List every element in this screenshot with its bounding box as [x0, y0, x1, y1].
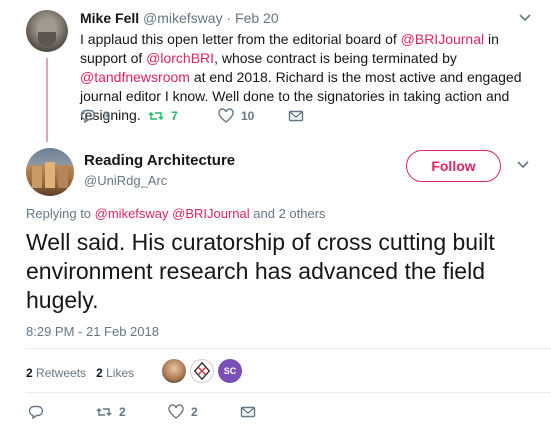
replying-to: Replying to @mikefsway @BRIJournal and 2… [26, 206, 326, 221]
envelope-icon [288, 108, 304, 124]
retweet-count: 2 [119, 405, 126, 419]
follow-button[interactable]: Follow [406, 150, 501, 182]
like-stat-label[interactable]: Likes [106, 366, 134, 380]
tweet-actions: 2 2 [28, 404, 256, 420]
replying-mentions[interactable]: @mikefsway @BRIJournal [95, 206, 250, 221]
engagement-stats: 2 Retweets 2 Likes [26, 366, 134, 380]
direct-message-button[interactable] [240, 404, 256, 420]
chevron-down-icon[interactable] [518, 13, 532, 23]
author-handle[interactable]: @mikefsway [143, 10, 223, 26]
divider [26, 348, 551, 349]
heart-icon [168, 404, 184, 420]
retweet-button[interactable]: 2 [96, 404, 168, 420]
reply-icon [28, 404, 44, 420]
divider [26, 392, 551, 393]
avatar[interactable] [162, 359, 186, 383]
retweet-button[interactable]: 7 [148, 108, 218, 124]
like-button[interactable]: 10 [218, 108, 288, 124]
reply-button[interactable]: 3 [80, 108, 148, 124]
avatar[interactable]: SC [218, 359, 242, 383]
author-handle[interactable]: @UniRdg_Arc [84, 173, 167, 188]
replying-suffix[interactable]: and 2 others [250, 206, 325, 221]
text-segment: I applaud this open letter from the edit… [80, 31, 401, 47]
avatar[interactable] [26, 10, 68, 52]
chevron-down-icon[interactable] [516, 160, 530, 170]
direct-message-button[interactable] [288, 108, 304, 124]
parent-tweet: Mike Fell @mikefsway · Feb 20 I applaud … [0, 0, 551, 142]
avatar[interactable] [26, 148, 74, 196]
replying-prefix: Replying to [26, 206, 95, 221]
retweet-stat-count[interactable]: 2 [26, 366, 33, 380]
tweet-timestamp[interactable]: 8:29 PM - 21 Feb 2018 [26, 324, 159, 339]
tweet-date[interactable]: Feb 20 [235, 10, 279, 26]
liker-avatars: SC [162, 359, 246, 383]
separator: · [226, 10, 232, 26]
like-stat-count[interactable]: 2 [96, 366, 103, 380]
mention-link[interactable]: @tandfnewsroom [80, 69, 190, 85]
envelope-icon [240, 404, 256, 420]
parent-tweet-actions: 3 7 10 [80, 108, 304, 124]
reply-button[interactable] [28, 404, 96, 420]
parent-tweet-header: Mike Fell @mikefsway · Feb 20 [80, 10, 279, 26]
tweet-text: Well said. His curatorship of cross cutt… [26, 229, 495, 313]
mention-link[interactable]: @lorchBRI [146, 50, 214, 66]
retweet-icon [96, 404, 112, 420]
like-count: 2 [191, 405, 198, 419]
reply-count: 3 [103, 109, 110, 123]
thread-connector [46, 58, 48, 142]
mention-link[interactable]: @BRIJournal [401, 31, 484, 47]
like-button[interactable]: 2 [168, 404, 240, 420]
retweet-count: 7 [171, 109, 178, 123]
text-segment: , whose contract is being terminated by [214, 50, 457, 66]
author-name[interactable]: Reading Architecture [84, 152, 235, 169]
author-name[interactable]: Mike Fell [80, 10, 139, 26]
heart-icon [218, 108, 234, 124]
reply-icon [80, 108, 96, 124]
retweet-icon [148, 108, 164, 124]
retweet-stat-label[interactable]: Retweets [36, 366, 86, 380]
like-count: 10 [241, 109, 255, 123]
avatar[interactable] [190, 359, 214, 383]
